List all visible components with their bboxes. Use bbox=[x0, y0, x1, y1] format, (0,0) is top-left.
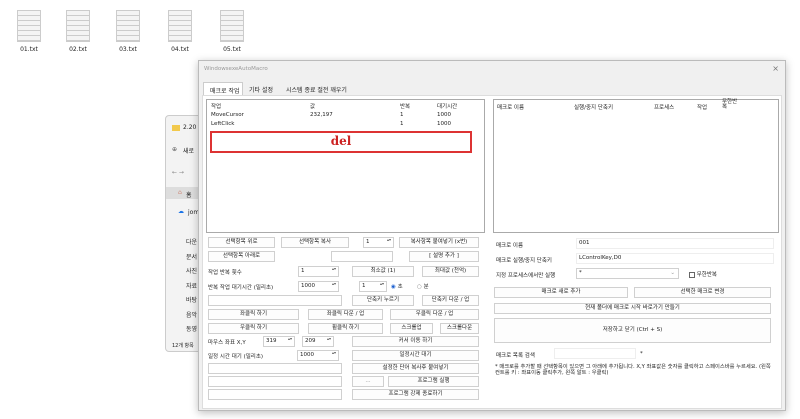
key-down-up-button[interactable]: 단축키 다운 / 업 bbox=[422, 295, 479, 306]
x-stepper[interactable]: 319 bbox=[263, 336, 295, 347]
move-cursor-button[interactable]: 커서 이동 하기 bbox=[352, 336, 479, 347]
kill-program-button[interactable]: 프로그램 강제 종료하기 bbox=[352, 389, 479, 400]
radio-seconds[interactable]: ◉ 초 bbox=[391, 282, 403, 290]
delay-stepper[interactable]: 1000 bbox=[297, 350, 339, 361]
tab-other-settings[interactable]: 기타 설정 bbox=[249, 85, 273, 94]
cloud-icon: ☁ bbox=[178, 208, 184, 215]
kill-program-input[interactable] bbox=[208, 389, 342, 400]
column-header[interactable]: 반복 bbox=[400, 102, 410, 110]
copy-button[interactable]: 선택항목 복사 bbox=[281, 237, 349, 248]
description-input[interactable] bbox=[331, 251, 393, 262]
min-button[interactable]: 최소값 (1) bbox=[352, 266, 414, 277]
window-title: WindowsexeAutoMacro bbox=[204, 66, 268, 72]
move-down-button[interactable]: 선택항목 아래로 bbox=[208, 251, 275, 262]
column-header[interactable]: 실행/중지 단축키 bbox=[574, 103, 613, 111]
close-button[interactable]: × bbox=[772, 64, 779, 73]
folder-icon bbox=[172, 125, 180, 131]
wait-stepper[interactable]: 1000 bbox=[298, 281, 339, 292]
plus-icon[interactable]: ⊕ bbox=[172, 146, 177, 153]
run-program-button[interactable]: 프로그램 실행 bbox=[388, 376, 479, 387]
file-icon[interactable]: 01.txt bbox=[9, 10, 49, 53]
max-button[interactable]: 최대값 (천억) bbox=[422, 266, 479, 277]
task-list[interactable]: 작업 값 반복 대기시간 MoveCursor 232,197 1 1000 Left… bbox=[206, 99, 485, 233]
search-suffix: * bbox=[640, 351, 643, 357]
nav-item[interactable]: 문서 bbox=[186, 251, 197, 266]
hotkey-input[interactable]: LControlKey,D0 bbox=[576, 253, 774, 264]
right-click-button[interactable]: 우클릭 하기 bbox=[208, 323, 299, 334]
paste-word-button[interactable]: 설정한 단어 복사후 붙여넣기 bbox=[352, 363, 479, 374]
y-stepper[interactable]: 209 bbox=[302, 336, 334, 347]
column-header[interactable]: 작업 bbox=[697, 103, 707, 111]
macro-window[interactable]: WindowsexeAutoMacro × 매크로 작업 기타 설정 시스템 종… bbox=[198, 60, 786, 411]
change-macro-button[interactable]: 선택한 매크로 변경 bbox=[634, 287, 771, 298]
repeat-label: 작업 반복 횟수 bbox=[208, 270, 242, 276]
item-count: 12개 항목 bbox=[172, 343, 194, 349]
wait-label: 반복 작업 대기시간 (밀리초) bbox=[208, 285, 274, 291]
save-close-button[interactable]: 저장하고 닫기 (Ctrl + S) bbox=[494, 318, 771, 343]
search-input[interactable] bbox=[554, 348, 636, 359]
explorer-tab[interactable]: 2.20 bbox=[183, 124, 196, 131]
nav-item[interactable]: 자료 bbox=[186, 280, 197, 295]
column-header[interactable]: 작업 bbox=[211, 102, 221, 110]
help-note: * 매크로를 추가할 때 선택항목이 있으면 그 아래에 추가됩니다. X,Y … bbox=[495, 364, 771, 376]
nav-item[interactable]: 바탕 bbox=[186, 294, 197, 309]
file-icon[interactable]: 04.txt bbox=[160, 10, 200, 53]
nav-list[interactable]: 다운 문서 사진 자료 바탕 음악 동영 bbox=[186, 236, 197, 338]
key-input[interactable] bbox=[208, 295, 342, 306]
column-header[interactable]: 대기시간 bbox=[437, 102, 457, 110]
macro-list[interactable]: 매크로 이름 실행/중지 단축키 프로세스 작업 무한반복 bbox=[493, 99, 779, 233]
copy-count-stepper[interactable]: 1 bbox=[363, 237, 394, 248]
file-icon[interactable]: 05.txt bbox=[212, 10, 252, 53]
back-icon[interactable]: ← → bbox=[172, 169, 184, 176]
coord-label: 마우스 좌표 X,Y bbox=[208, 340, 246, 346]
repeat-stepper[interactable]: 1 bbox=[298, 266, 339, 277]
nav-item[interactable]: 음악 bbox=[186, 309, 197, 324]
nav-item[interactable]: 동영 bbox=[186, 323, 197, 338]
column-header[interactable]: 매크로 이름 bbox=[497, 103, 524, 111]
checkbox-icon bbox=[689, 271, 695, 278]
column-header[interactable]: 프로세스 bbox=[654, 103, 674, 111]
right-down-up-button[interactable]: 우클릭 다운 / 업 bbox=[390, 309, 479, 320]
search-label: 매크로 목록 검색 bbox=[496, 353, 535, 359]
chevron-down-icon: ⌄ bbox=[670, 270, 675, 276]
word-input[interactable] bbox=[208, 363, 342, 374]
hotkey-label: 매크로 실행/중지 단축키 bbox=[496, 258, 552, 264]
column-header[interactable]: 값 bbox=[310, 102, 315, 110]
radio-checked-icon: ◉ bbox=[391, 284, 396, 290]
left-click-button[interactable]: 좌클릭 하기 bbox=[208, 309, 299, 320]
wheel-click-button[interactable]: 휠클릭 하기 bbox=[308, 323, 383, 334]
add-description-button[interactable]: [ 설명 추가 ] bbox=[409, 251, 479, 262]
tab-system-shutdown[interactable]: 시스템 종료 절전 깨우기 bbox=[286, 85, 347, 94]
unit-stepper[interactable]: 1 bbox=[359, 281, 387, 292]
program-path-input[interactable] bbox=[208, 376, 342, 387]
macro-name-label: 매크로 이름 bbox=[496, 243, 524, 249]
infinite-checkbox[interactable]: 무한반복 bbox=[689, 270, 717, 278]
new-button[interactable]: 새로 bbox=[183, 146, 194, 155]
delay-label: 일정 시간 대기 (밀리초) bbox=[208, 354, 264, 360]
radio-minutes[interactable]: ○ 분 bbox=[417, 282, 429, 290]
scroll-up-button[interactable]: 스크롤업 bbox=[390, 323, 433, 334]
left-down-up-button[interactable]: 좌클릭 다운 / 업 bbox=[308, 309, 383, 320]
delay-button[interactable]: 일정시간 대기 bbox=[352, 350, 479, 361]
add-macro-button[interactable]: 매크로 새로 추가 bbox=[494, 287, 628, 298]
macro-name-input[interactable]: 001 bbox=[576, 238, 774, 249]
scroll-down-button[interactable]: 스크롤다운 bbox=[440, 323, 479, 334]
tab-macro-work[interactable]: 매크로 작업 bbox=[203, 82, 243, 96]
nav-item[interactable]: 사진 bbox=[186, 265, 197, 280]
shortcut-button[interactable]: 현재 폴더에 매크로 시작 바로가기 만들기 bbox=[494, 303, 771, 314]
nav-item[interactable]: 다운 bbox=[186, 236, 197, 251]
process-label: 지정 프로세스에서만 실행 bbox=[496, 273, 556, 279]
move-up-button[interactable]: 선택항목 위로 bbox=[208, 237, 275, 248]
browse-button[interactable]: ... bbox=[352, 376, 384, 387]
column-header[interactable]: 무한반복 bbox=[722, 99, 742, 110]
file-icon[interactable]: 02.txt bbox=[58, 10, 98, 53]
radio-unchecked-icon: ○ bbox=[417, 284, 422, 290]
paste-button[interactable]: 복사항목 붙여넣기 (x번) bbox=[399, 237, 479, 248]
process-select[interactable]: * ⌄ bbox=[576, 268, 679, 279]
annotation-box: del bbox=[210, 131, 472, 153]
press-key-button[interactable]: 단축키 누르기 bbox=[352, 295, 414, 306]
file-icon[interactable]: 03.txt bbox=[108, 10, 148, 53]
